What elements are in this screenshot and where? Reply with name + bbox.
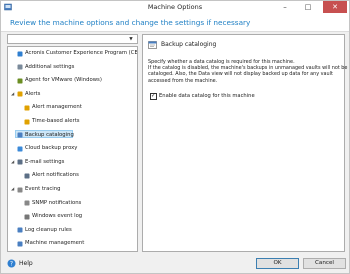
tree-item-machine-management[interactable]: Machine management <box>15 238 129 247</box>
vmware-agent-icon <box>17 78 23 84</box>
tree-item-label: Event tracing <box>25 186 61 192</box>
option-description: Specify whether a data catalog is requir… <box>148 59 347 84</box>
chevron-down-icon[interactable]: ▼ <box>127 36 135 43</box>
description-line: cataloged. Also, the Data view will not … <box>148 71 333 78</box>
tree-item-alert-notifications[interactable]: Alert notifications <box>22 170 129 179</box>
help-icon[interactable]: ? <box>7 259 16 268</box>
catalog-icon <box>148 41 157 49</box>
options-navigation: ▼ Acronis Customer Experience Program (C… <box>7 34 138 252</box>
close-button[interactable]: ✕ <box>323 1 347 13</box>
tree-item-time-based-alerts[interactable]: Time-based alerts <box>22 116 129 125</box>
ok-button[interactable]: OK <box>256 258 299 269</box>
tree-item-label: Time-based alerts <box>32 118 80 124</box>
search-input[interactable] <box>10 36 125 43</box>
snmp-icon <box>24 200 30 206</box>
tree-item-label: Backup cataloging <box>25 131 74 138</box>
machine-management-icon <box>17 241 23 247</box>
tree-item-alerts[interactable]: ◢ Alerts <box>9 89 129 98</box>
tree-item-event-tracing[interactable]: ◢ Event tracing <box>9 184 129 193</box>
option-details-panel: Backup cataloging Specify whether a data… <box>142 34 347 252</box>
tree-item-label: E-mail settings <box>25 158 65 165</box>
cloud-proxy-icon <box>17 146 23 152</box>
cancel-button[interactable]: Cancel <box>303 258 346 269</box>
tree-item-label: Alert notifications <box>32 172 79 179</box>
tree-item-label: Machine management <box>25 240 85 247</box>
tree-item-label: Windows event log <box>32 213 83 220</box>
help-label[interactable]: Help <box>19 260 33 267</box>
settings-icon <box>17 64 23 70</box>
enable-catalog-label[interactable]: Enable data catalog for this machine <box>159 93 255 99</box>
maximize-button[interactable]: □ <box>299 1 317 13</box>
tree-item-snmp-notifications[interactable]: SNMP notifications <box>22 198 129 207</box>
event-log-icon <box>24 214 30 220</box>
tree-item-backup-cataloging[interactable]: Backup cataloging <box>15 129 74 139</box>
options-tree[interactable]: Acronis Customer Experience Program (CEP… <box>7 46 138 252</box>
tree-item-e-mail-settings[interactable]: ◢ E-mail settings <box>9 157 129 166</box>
tree-item-label: Alerts <box>25 90 41 97</box>
tree-item-log-cleanup-rules[interactable]: Log cleanup rules <box>15 225 129 234</box>
log-cleanup-icon <box>17 227 23 233</box>
minimize-button[interactable]: – <box>276 1 294 13</box>
search-combobox[interactable]: ▼ <box>7 34 138 44</box>
tree-item-alert-management[interactable]: Alert management <box>22 102 129 111</box>
tree-item-label: Agent for VMware (Windows) <box>25 77 102 84</box>
tree-item-label: SNMP notifications <box>32 199 82 206</box>
header-banner: Review the machine options and change th… <box>1 14 349 32</box>
tree-item-label: Alert management <box>32 104 82 111</box>
description-line: accessed from the machine. <box>148 77 218 84</box>
catalog-icon <box>17 132 23 138</box>
tree-item-acronis-customer-experience-program-cep[interactable]: Acronis Customer Experience Program (CEP… <box>15 48 137 57</box>
tree-item-label: Additional settings <box>25 63 75 70</box>
tree-item-label: Cloud backup proxy <box>25 145 78 152</box>
machine-options-window: Machine Options – □ ✕ Review the machine… <box>0 0 350 274</box>
alert-notifications-icon <box>24 173 30 179</box>
title-bar: Machine Options – □ ✕ <box>1 1 349 14</box>
alert-management-icon <box>24 105 30 111</box>
enable-catalog-checkbox[interactable]: ✓ <box>150 93 157 100</box>
window-title: Machine Options <box>147 3 203 11</box>
tree-item-additional-settings[interactable]: Additional settings <box>15 62 129 71</box>
tree-item-label: Acronis Customer Experience Program (CEP… <box>25 50 138 56</box>
tree-item-agent-for-vmware-windows[interactable]: Agent for VMware (Windows) <box>15 75 129 84</box>
cep-icon <box>17 51 23 56</box>
email-icon <box>17 159 23 165</box>
option-title: Backup cataloging <box>161 41 217 48</box>
alerts-icon <box>17 91 23 97</box>
tree-item-cloud-backup-proxy[interactable]: Cloud backup proxy <box>15 143 129 152</box>
time-alerts-icon <box>24 119 30 124</box>
tree-item-windows-event-log[interactable]: Windows event log <box>22 211 129 220</box>
header-text: Review the machine options and change th… <box>10 18 251 27</box>
svg-text:?: ? <box>10 261 13 268</box>
event-tracing-icon <box>17 187 23 192</box>
tree-item-label: Log cleanup rules <box>25 226 72 233</box>
